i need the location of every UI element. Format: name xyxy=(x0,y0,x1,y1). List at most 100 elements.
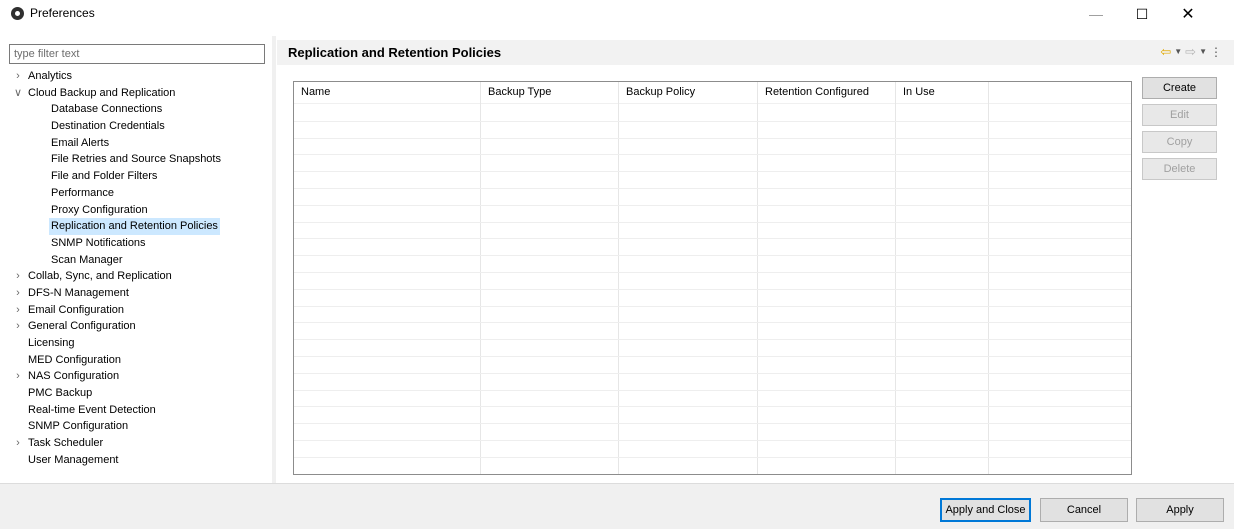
chevron-right-icon[interactable]: › xyxy=(12,318,24,335)
tree-item-label: MED Configuration xyxy=(28,353,121,366)
page-nav-tools: ⇦ ▼ ⇨ ▼ ⋮ xyxy=(1160,44,1222,60)
forward-dropdown-icon[interactable]: ▼ xyxy=(1199,44,1207,60)
tree-item-label: Task Scheduler xyxy=(28,437,104,450)
panel-splitter[interactable] xyxy=(272,36,276,483)
tree-item[interactable]: › NAS Configuration xyxy=(9,368,267,385)
table-row-divider xyxy=(294,120,1131,122)
table-row-divider xyxy=(294,456,1131,458)
tree-item[interactable]: › General Configuration xyxy=(9,318,267,335)
dialog-footer: Apply and Close Cancel Apply xyxy=(0,484,1234,529)
page-content: Name Backup Type Backup Policy Retention… xyxy=(277,65,1234,483)
back-arrow-icon[interactable]: ⇦ xyxy=(1160,44,1171,60)
tree-item[interactable]: File Retries and Source Snapshots xyxy=(9,151,267,168)
table-row-divider xyxy=(294,171,1131,173)
tree-item[interactable]: SNMP Configuration xyxy=(9,418,267,435)
close-icon: ✕ xyxy=(1181,6,1195,23)
copy-button[interactable]: Copy xyxy=(1142,131,1217,153)
tree-item[interactable]: File and Folder Filters xyxy=(9,168,267,185)
chevron-right-icon[interactable]: › xyxy=(12,268,24,285)
cancel-button[interactable]: Cancel xyxy=(1040,498,1128,522)
table-row-divider xyxy=(294,288,1131,290)
tree-item-label: SNMP Notifications xyxy=(51,236,146,249)
maximize-icon: ☐ xyxy=(1135,5,1149,22)
tree-item-label: Performance xyxy=(51,186,114,199)
tree-item[interactable]: Scan Manager xyxy=(9,252,267,269)
table-row-divider xyxy=(294,272,1131,273)
tree-item[interactable]: › DFS-N Management xyxy=(9,285,267,302)
chevron-right-icon[interactable]: › xyxy=(12,68,24,85)
tree-item-label: Replication and Retention Policies xyxy=(49,218,220,235)
table-row-divider xyxy=(294,406,1131,408)
tree-item-label: Scan Manager xyxy=(51,253,123,266)
back-dropdown-icon[interactable]: ▼ xyxy=(1174,44,1182,60)
tree-item[interactable]: User Management xyxy=(9,452,267,469)
table-row-divider xyxy=(294,356,1131,357)
column-header-backup-type[interactable]: Backup Type xyxy=(481,82,619,104)
table-body xyxy=(294,104,1131,474)
tree-item[interactable]: Database Connections xyxy=(9,101,267,118)
table-row-divider xyxy=(294,154,1131,156)
tree-item[interactable]: › Task Scheduler xyxy=(9,435,267,452)
tree-item[interactable]: Email Alerts xyxy=(9,135,267,152)
table-row-divider xyxy=(294,423,1131,425)
forward-arrow-icon[interactable]: ⇨ xyxy=(1185,44,1196,60)
tree-item[interactable]: Performance xyxy=(9,185,267,202)
tree-item[interactable]: › Collab, Sync, and Replication xyxy=(9,268,267,285)
view-menu-icon[interactable]: ⋮ xyxy=(1210,44,1222,60)
column-header-retention-configured[interactable]: Retention Configured xyxy=(758,82,896,104)
table-row-divider xyxy=(294,389,1131,391)
chevron-down-icon[interactable]: ∨ xyxy=(12,85,24,102)
table-row-divider xyxy=(294,255,1131,257)
chevron-right-icon[interactable]: › xyxy=(12,285,24,302)
table-row-divider xyxy=(294,137,1131,139)
window-title: Preferences xyxy=(30,6,95,20)
table-row-divider xyxy=(294,204,1131,206)
column-header-in-use[interactable]: In Use xyxy=(896,82,989,104)
maximize-button[interactable]: ☐ xyxy=(1119,0,1165,28)
tree-item[interactable]: PMC Backup xyxy=(9,385,267,402)
tree-item[interactable]: › Email Configuration xyxy=(9,302,267,319)
column-header-backup-policy[interactable]: Backup Policy xyxy=(619,82,758,104)
policies-table[interactable]: Name Backup Type Backup Policy Retention… xyxy=(293,81,1132,475)
page-title: Replication and Retention Policies xyxy=(288,45,502,60)
delete-button[interactable]: Delete xyxy=(1142,158,1217,180)
tree-item[interactable]: Destination Credentials xyxy=(9,118,267,135)
tree-item-label: Destination Credentials xyxy=(51,120,165,133)
filter-input[interactable] xyxy=(10,45,264,63)
window-titlebar: Preferences — ☐ ✕ xyxy=(0,0,1234,28)
table-row-divider xyxy=(294,188,1131,189)
table-row-divider xyxy=(294,440,1131,441)
tree-item[interactable]: MED Configuration xyxy=(9,352,267,369)
close-button[interactable]: ✕ xyxy=(1165,0,1211,28)
table-row-divider xyxy=(294,238,1131,240)
tree-item-label: File and Folder Filters xyxy=(51,170,158,183)
tree-item-label: Collab, Sync, and Replication xyxy=(28,270,172,283)
tree-item-label: Licensing xyxy=(28,337,75,349)
tree-item-label: SNMP Configuration xyxy=(28,420,129,433)
chevron-right-icon[interactable]: › xyxy=(12,368,24,385)
chevron-right-icon[interactable]: › xyxy=(12,302,24,319)
column-header-name[interactable]: Name xyxy=(294,82,481,104)
apply-button[interactable]: Apply xyxy=(1136,498,1224,522)
tree-item-label: Email Alerts xyxy=(51,136,110,149)
dialog-body: › Analytics ∨ Cloud Backup and Replication D… xyxy=(0,28,1234,483)
edit-button[interactable]: Edit xyxy=(1142,104,1217,126)
table-header: Name Backup Type Backup Policy Retention… xyxy=(294,82,1131,104)
tree-item-label: General Configuration xyxy=(28,320,136,333)
table-row-divider xyxy=(294,372,1131,374)
tree-item[interactable]: Licensing xyxy=(9,335,267,352)
tree-item[interactable]: SNMP Notifications xyxy=(9,235,267,252)
minimize-button[interactable]: — xyxy=(1073,0,1119,28)
tree-item[interactable]: Proxy Configuration xyxy=(9,202,267,219)
tree-item[interactable]: Real-time Event Detection xyxy=(9,402,267,419)
tree-item[interactable]: Replication and Retention Policies xyxy=(9,218,267,235)
tree-item[interactable]: › Analytics xyxy=(9,68,267,85)
tree-item[interactable]: ∨ Cloud Backup and Replication xyxy=(9,85,267,102)
create-button[interactable]: Create xyxy=(1142,77,1217,99)
tree-item-label: User Management xyxy=(28,453,119,466)
chevron-right-icon[interactable]: › xyxy=(12,435,24,452)
table-row-divider xyxy=(294,221,1131,223)
tree-item-label: File Retries and Source Snapshots xyxy=(51,153,221,166)
apply-and-close-button[interactable]: Apply and Close xyxy=(940,498,1031,522)
app-gear-icon xyxy=(11,7,24,20)
